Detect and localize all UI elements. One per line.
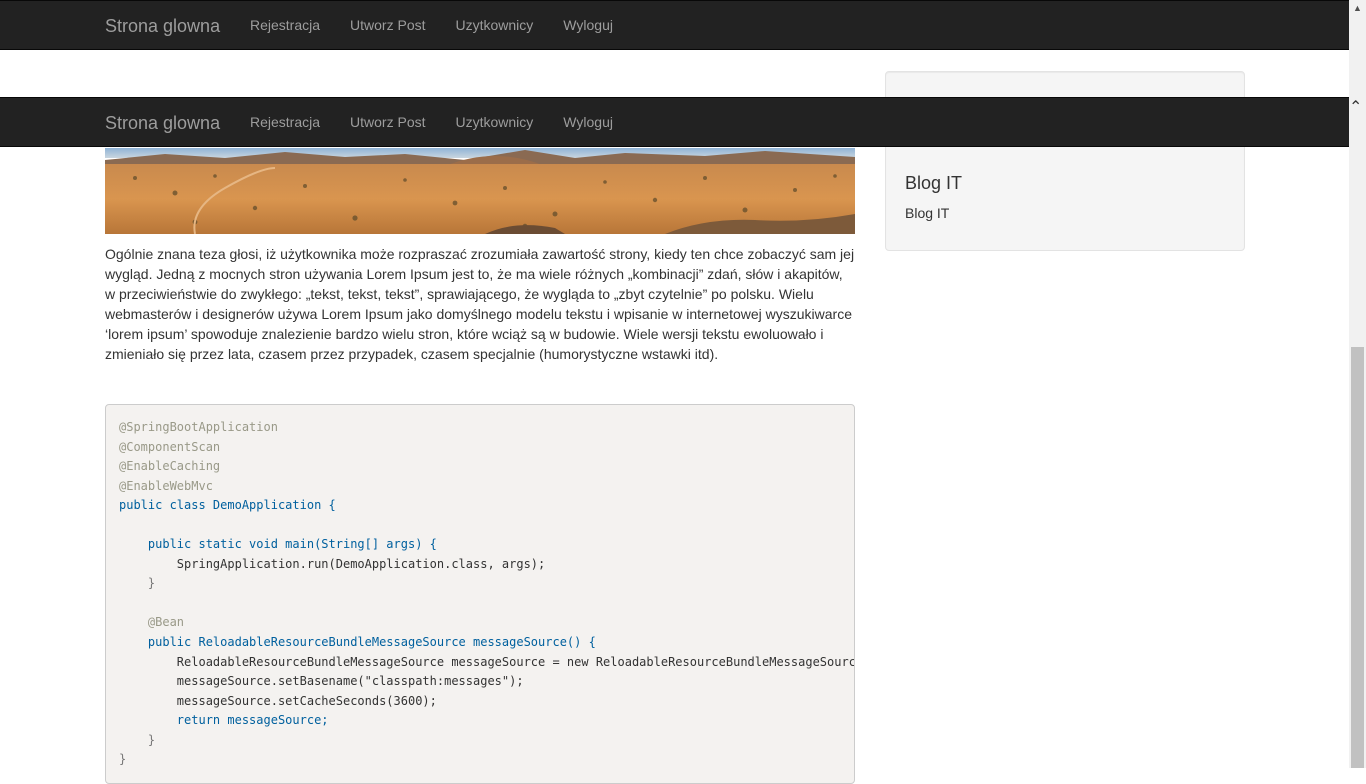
chevron-up-icon[interactable]: ⌃ — [1349, 97, 1366, 117]
code-line: public static void main(String[] args) { — [119, 537, 437, 552]
nav-links: Rejestracja Utworz Post Uzytkownicy Wylo… — [235, 1, 628, 49]
code-line: public class DemoApplication { — [119, 498, 336, 513]
code-line: public ReloadableResourceBundleMessageSo… — [119, 635, 596, 650]
code-line: @Bean — [119, 615, 185, 630]
sidebar-text: Blog IT — [905, 205, 950, 221]
nav-link-logout-fixed[interactable]: Wyloguj — [548, 98, 628, 146]
code-line: ReloadableResourceBundleMessageSource me… — [119, 654, 855, 669]
nav-link-users[interactable]: Uzytkownicy — [441, 1, 549, 49]
nav-link-create-post-fixed[interactable]: Utworz Post — [335, 98, 440, 146]
code-pre: @SpringBootApplication @ComponentScan @E… — [106, 405, 854, 770]
nav-link-register[interactable]: Rejestracja — [235, 1, 335, 49]
scroll-up-icon[interactable]: ▲ — [1349, 0, 1366, 17]
code-line: @EnableWebMvc — [119, 478, 213, 493]
sidebar-title: Blog IT — [905, 173, 963, 193]
nav-link-register-fixed[interactable]: Rejestracja — [235, 98, 335, 146]
code-line: @ComponentScan — [119, 439, 221, 454]
code-line: } — [119, 752, 127, 767]
brand-link-fixed[interactable]: Strona glowna — [105, 113, 220, 133]
code-line: } — [119, 732, 156, 747]
code-line: @EnableCaching — [119, 459, 221, 474]
code-line: messageSource.setCacheSeconds(3600); — [119, 693, 437, 708]
code-line: } — [119, 576, 156, 591]
post-hero-image — [105, 148, 855, 234]
page-scrollbar-overlay[interactable]: ⌃ — [1349, 97, 1366, 768]
navbar-fixed: Strona glowna Rejestracja Utworz Post Uz… — [0, 97, 1349, 147]
navbar-top: Strona glowna Rejestracja Utworz Post Uz… — [0, 0, 1349, 50]
code-line: SpringApplication.run(DemoApplication.cl… — [119, 556, 546, 571]
code-line: @SpringBootApplication — [119, 420, 278, 434]
code-line: return messageSource; — [119, 713, 329, 728]
nav-link-create-post[interactable]: Utworz Post — [335, 1, 440, 49]
nav-link-logout[interactable]: Wyloguj — [548, 1, 628, 49]
nav-link-users-fixed[interactable]: Uzytkownicy — [441, 98, 549, 146]
nav-links-fixed: Rejestracja Utworz Post Uzytkownicy Wylo… — [235, 98, 628, 146]
post-content: Ogólnie znana teza głosi, iż użytkownika… — [105, 246, 855, 362]
code-line: messageSource.setBasename("classpath:mes… — [119, 674, 524, 689]
code-block: @SpringBootApplication @ComponentScan @E… — [105, 404, 855, 784]
brand-link[interactable]: Strona glowna — [105, 16, 220, 36]
scrollbar-thumb-overlay[interactable] — [1351, 347, 1364, 768]
